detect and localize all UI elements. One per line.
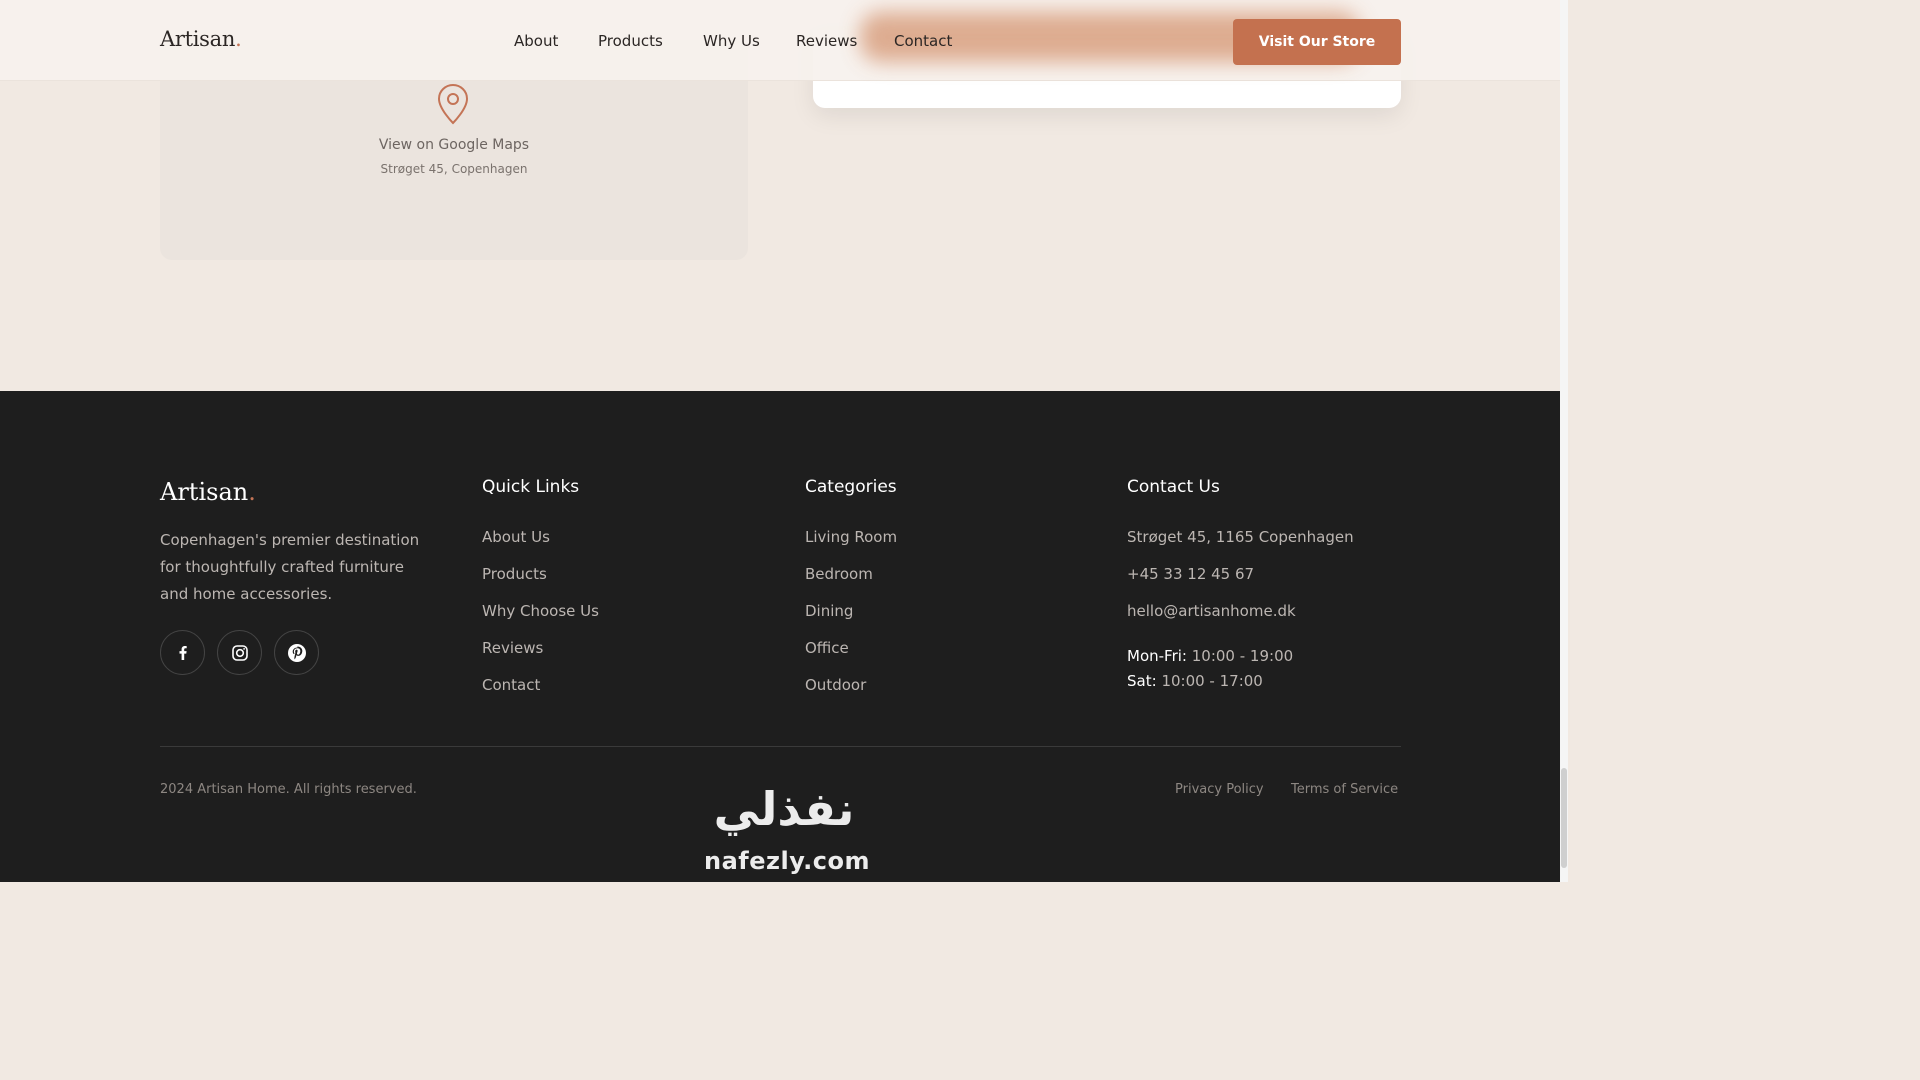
map-pin-icon	[437, 83, 469, 125]
category-outdoor[interactable]: Outdoor	[805, 676, 866, 694]
footer-divider	[160, 746, 1401, 747]
pinterest-icon	[287, 643, 306, 662]
map-address: Strøget 45, Copenhagen	[380, 162, 528, 176]
contact-phone[interactable]: +45 33 12 45 67	[1127, 565, 1254, 583]
category-office[interactable]: Office	[805, 639, 849, 657]
contact-heading: Contact Us	[1127, 477, 1220, 497]
terms-of-service-link[interactable]: Terms of Service	[1291, 782, 1398, 797]
logo-text: Artisan	[160, 27, 236, 51]
facebook-button[interactable]	[160, 630, 205, 675]
footer-link-why-choose-us[interactable]: Why Choose Us	[482, 602, 599, 620]
watermark-arabic-logo: نفذلي	[714, 782, 855, 836]
facebook-icon	[179, 645, 187, 660]
category-dining[interactable]: Dining	[805, 602, 853, 620]
hours-weekday-value: 10:00 - 19:00	[1191, 647, 1294, 665]
google-maps-link[interactable]: View on Google Maps	[160, 137, 748, 153]
footer-link-reviews[interactable]: Reviews	[482, 639, 543, 657]
contact-address: Strøget 45, 1165 Copenhagen	[1127, 528, 1354, 546]
watermark-text: nafezly.com	[704, 847, 870, 875]
site-footer: Artisan. Copenhagen's premier destinatio…	[0, 391, 1560, 882]
nav-contact[interactable]: Contact	[894, 32, 952, 50]
logo[interactable]: Artisan.	[160, 27, 242, 51]
nav-why-us[interactable]: Why Us	[703, 32, 760, 50]
footer-link-about[interactable]: About Us	[482, 528, 550, 546]
categories-heading: Categories	[805, 477, 897, 497]
footer-link-products[interactable]: Products	[482, 565, 547, 583]
category-living-room[interactable]: Living Room	[805, 528, 897, 546]
footer-logo-dot: .	[248, 478, 256, 506]
privacy-policy-link[interactable]: Privacy Policy	[1175, 782, 1264, 797]
visit-store-button[interactable]: Visit Our Store	[1233, 19, 1401, 65]
footer-logo-text: Artisan	[160, 478, 249, 506]
hours-saturday: Sat: 10:00 - 17:00	[1127, 672, 1263, 690]
hours-weekday-label: Mon-Fri:	[1127, 647, 1187, 665]
scrollbar-thumb[interactable]	[1561, 768, 1567, 868]
nav-about[interactable]: About	[514, 32, 558, 50]
category-bedroom[interactable]: Bedroom	[805, 565, 873, 583]
hours-saturday-label: Sat:	[1127, 672, 1157, 690]
quick-links-heading: Quick Links	[482, 477, 580, 497]
site-header: Artisan. About Products Why Us Reviews C…	[0, 0, 1560, 81]
pinterest-button[interactable]	[274, 630, 319, 675]
copyright-text: 2024 Artisan Home. All rights reserved.	[160, 782, 417, 797]
instagram-icon	[231, 644, 248, 661]
hours-saturday-value: 10:00 - 17:00	[1161, 672, 1263, 690]
footer-description: Copenhagen's premier destination for tho…	[160, 531, 420, 603]
logo-dot: .	[235, 27, 242, 51]
footer-link-contact[interactable]: Contact	[482, 676, 540, 694]
nav-reviews[interactable]: Reviews	[796, 32, 857, 50]
instagram-button[interactable]	[217, 630, 262, 675]
contact-email[interactable]: hello@artisanhome.dk	[1127, 602, 1296, 620]
nav-products[interactable]: Products	[598, 32, 663, 50]
footer-logo[interactable]: Artisan.	[160, 478, 256, 506]
watermark-arabic-text: نفذلي	[714, 782, 855, 836]
hours-weekday: Mon-Fri: 10:00 - 19:00	[1127, 647, 1293, 665]
scrollbar[interactable]	[1560, 0, 1568, 882]
